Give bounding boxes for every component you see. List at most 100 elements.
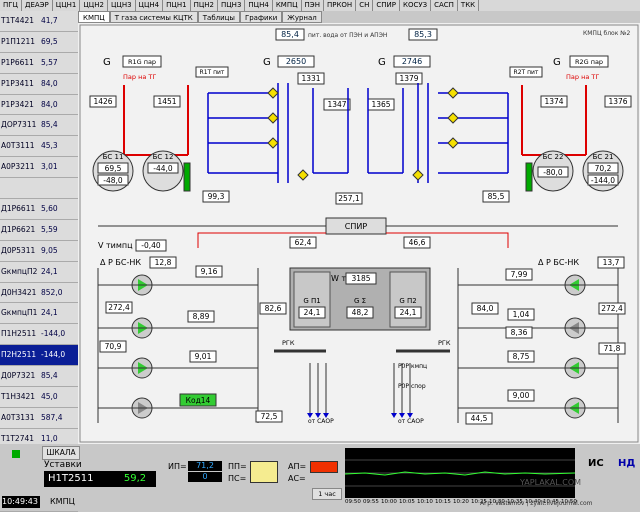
period-select[interactable]: 1 час (312, 488, 342, 500)
sidebar-row[interactable] (0, 178, 78, 200)
menu-9[interactable]: ПЦН4 (245, 0, 273, 11)
tab-2[interactable]: Таблицы (197, 11, 240, 23)
sidebar-row[interactable]: Р1Р3421 84,0 (0, 95, 78, 116)
val-1451: 1451 (157, 97, 176, 106)
sidebar-param-name: Д0Н3421 (1, 287, 37, 297)
sidebar-param-value: 45,0 (41, 392, 58, 402)
val-624: 62,4 (295, 238, 312, 247)
menu-5[interactable]: ЦЦН4 (136, 0, 164, 11)
menu-16[interactable]: САСП (431, 0, 458, 11)
diagram-canvas: 85,4 пит. вода от ПЭН и АПЭН 85,3 КМПЦ б… (79, 24, 639, 443)
dp-left-value: 12,8 (155, 258, 172, 267)
value-text: 9,16 (201, 267, 218, 276)
sidebar-row[interactable]: Д0Р7321 85,4 (0, 366, 78, 388)
sidebar-param-value: -144,0 (41, 350, 66, 360)
sidebar-param-value: 24,1 (41, 308, 58, 318)
tab-1[interactable]: Т газа системы КЦТК (109, 11, 198, 23)
sidebar-row[interactable]: Д1Р6621 5,59 (0, 220, 78, 241)
sidebar-param-value: 41,7 (41, 16, 58, 25)
tab-0[interactable]: КМПЦ (78, 11, 110, 23)
kmpc-mnemonic-diagram: 85,4 пит. вода от ПЭН и АПЭН 85,3 КМПЦ б… (78, 23, 640, 444)
is-button[interactable]: ИС (588, 458, 604, 469)
t-right: R2T пит (514, 69, 539, 76)
val-466: 46,6 (409, 238, 426, 247)
menu-6[interactable]: ПЦН1 (163, 0, 191, 11)
sidebar-param-value: -144,0 (41, 329, 66, 339)
sidebar-row[interactable]: А0Т3131 587,4 (0, 408, 78, 429)
svg-text:-80,0: -80,0 (543, 168, 563, 177)
sidebar-row[interactable]: Д1Р6611 5,60 (0, 199, 78, 220)
sidebar-param-value: 85,4 (41, 120, 58, 130)
sidebar-param-value: 84,0 (41, 78, 58, 88)
rgk-right: РГК (438, 339, 451, 347)
tab-3[interactable]: Графики (239, 11, 283, 23)
g-sum-left-label: G (263, 57, 271, 68)
sidebar-param-name: Т1Т4421 (1, 16, 35, 25)
trend-tick: 10:10 (417, 499, 433, 505)
menu-11[interactable]: ПЭН (302, 0, 324, 11)
steam-tg-left: Пар на ТГ (123, 73, 156, 81)
nd-button[interactable]: НД (618, 458, 635, 469)
val-1347: 1347 (327, 100, 346, 109)
sidebar-param-value: 852,0 (41, 287, 63, 297)
steam-tg-right: Пар на ТГ (566, 73, 599, 81)
sidebar-row[interactable]: Д0Р5311 9,05 (0, 241, 78, 262)
sidebar-row[interactable]: Р1П1211 69,5 (0, 32, 78, 53)
menu-13[interactable]: СН (356, 0, 374, 11)
sidebar-param-name: Р1Р3421 (1, 99, 34, 109)
menu-12[interactable]: ПРКОН (324, 0, 357, 11)
level-gauge-right (525, 162, 533, 192)
sidebar-param-value: 84,0 (41, 99, 58, 109)
sidebar-row[interactable]: Т1Т4421 41,7 (0, 11, 78, 32)
sidebar-row[interactable]: А0Р3211 3,01 (0, 157, 78, 179)
sidebar-param-value: 85,4 (41, 371, 58, 381)
sidebar-row[interactable]: GкмпцП2 24,1 (0, 262, 78, 283)
menu-17[interactable]: ТКК (458, 0, 480, 11)
sidebar-row[interactable]: Д0Н3421 852,0 (0, 283, 78, 304)
sidebar-param-name: А0Т3111 (1, 141, 35, 151)
trend-tick: 10:05 (399, 499, 415, 505)
value-text: 84,0 (477, 304, 494, 313)
menu-1[interactable]: ДЕАЭР (22, 0, 53, 11)
value-text: 1,04 (513, 310, 530, 319)
sidebar-row[interactable]: П2Н2511 -144,0 (0, 345, 78, 367)
menu-15[interactable]: КОСУЗ (400, 0, 432, 11)
vtkmpc-label: V тимпц = (98, 241, 142, 250)
svg-text:БС 22: БС 22 (543, 153, 564, 161)
tab-4[interactable]: Журнал (282, 11, 322, 23)
value-text: 8,75 (513, 352, 530, 361)
scale-button[interactable]: ШКАЛА (42, 446, 80, 460)
menu-0[interactable]: ПГЦ (0, 0, 22, 11)
ap-field[interactable] (310, 461, 338, 473)
separator-bs12: БС 12 -44,0 (142, 150, 184, 192)
pp-field[interactable] (250, 461, 278, 483)
pp-label: ПП= (228, 462, 247, 471)
ip-label: ИП= (168, 462, 187, 471)
menu-4[interactable]: ЦЦН3 (108, 0, 136, 11)
separator-bs22: БС 22 -80,0 (532, 150, 574, 192)
sidebar-param-name: А0Р3211 (1, 162, 35, 172)
sidebar-row[interactable]: Р1Р3411 84,0 (0, 74, 78, 95)
sidebar-row[interactable]: Т1Н3421 45,0 (0, 387, 78, 408)
trend-tick: 09:50 (345, 499, 361, 505)
sidebar-param-value: 5,60 (41, 204, 58, 214)
sidebar-row[interactable]: Р1Р6611 5,57 (0, 53, 78, 74)
sidebar-row[interactable]: GкмпцП1 24,1 (0, 303, 78, 325)
menu-2[interactable]: ЦЦН1 (53, 0, 81, 11)
dp-left-label: Δ Р БС-НК (100, 258, 141, 267)
sidebar-row[interactable]: А0Т3111 45,3 (0, 136, 78, 158)
val-1426: 1426 (93, 97, 112, 106)
menu-3[interactable]: ЦЦН2 (80, 0, 108, 11)
svg-text:70,2: 70,2 (595, 164, 612, 173)
menu-10[interactable]: КМПЦ (273, 0, 302, 11)
menu-7[interactable]: ПЦН2 (191, 0, 218, 11)
gsum-label: G Σ (354, 297, 366, 305)
sidebar-param-name (0, 178, 41, 198)
menu-8[interactable]: ПЦН3 (218, 0, 246, 11)
val-1331: 1331 (301, 74, 320, 83)
value-text: 9,01 (195, 352, 212, 361)
sidebar-row[interactable]: П1Н2511 -144,0 (0, 324, 78, 346)
menu-14[interactable]: СПИР (373, 0, 400, 11)
g-right-value: 2746 (402, 57, 422, 66)
sidebar-row[interactable]: ДОР7311 85,4 (0, 115, 78, 137)
